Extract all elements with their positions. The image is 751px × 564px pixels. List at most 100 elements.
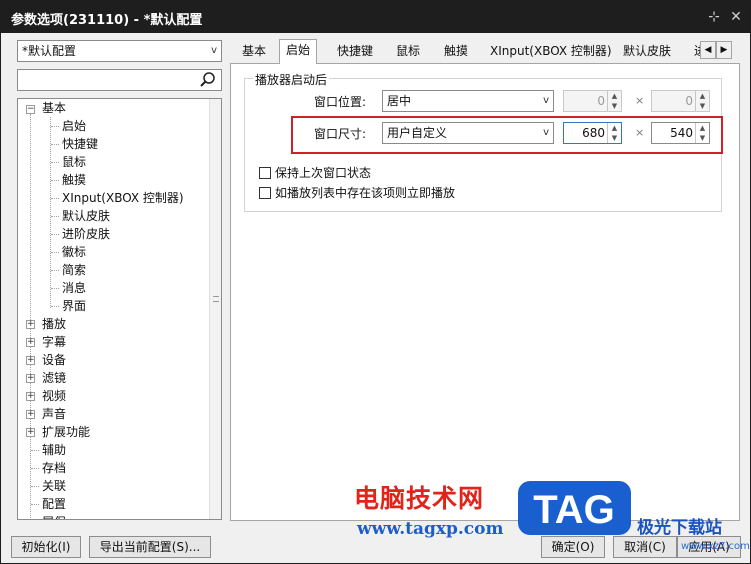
position-x-stepper[interactable]: 0 ▲ ▼ xyxy=(563,90,622,112)
cancel-button[interactable]: 取消(C) xyxy=(613,536,677,558)
tree-item-group[interactable]: 设备 xyxy=(42,351,66,369)
tag-logo-icon: TAG xyxy=(518,481,631,535)
tree-connector xyxy=(31,486,39,487)
tree-item-group[interactable]: 视频 xyxy=(42,387,66,405)
tree-item-child[interactable]: 界面 xyxy=(62,297,86,315)
keep-window-state-checkbox[interactable]: 保持上次窗口状态 xyxy=(259,164,371,182)
tree-item-child[interactable]: 启始 xyxy=(62,117,86,135)
profile-select-value: *默认配置 xyxy=(22,44,77,58)
tab-hotkeys[interactable]: 快捷键 xyxy=(331,41,379,62)
tree-connector xyxy=(51,216,59,217)
highlight-box xyxy=(291,116,723,154)
expand-icon[interactable]: + xyxy=(26,356,35,365)
collapse-icon[interactable]: − xyxy=(26,105,35,114)
checkbox-label: 如播放列表中存在该项则立即播放 xyxy=(275,186,456,200)
tree-item-plain[interactable]: 配置 xyxy=(42,495,66,513)
tree-connector xyxy=(31,450,39,451)
search-icon[interactable] xyxy=(199,71,217,89)
tree-item-child[interactable]: 触摸 xyxy=(62,171,86,189)
tab-scroll-left-icon[interactable]: ◀ xyxy=(700,41,716,59)
spin-down-icon[interactable]: ▼ xyxy=(608,101,621,111)
window-position-label: 窗口位置: xyxy=(314,95,367,109)
expand-icon[interactable]: + xyxy=(26,410,35,419)
expand-icon[interactable]: + xyxy=(26,338,35,347)
ok-button[interactable]: 确定(O) xyxy=(541,536,605,558)
tree-connector xyxy=(51,306,59,307)
expand-icon[interactable]: + xyxy=(26,428,35,437)
tree-item-plain[interactable]: 辅助 xyxy=(42,441,66,459)
settings-tree[interactable]: − 基本 启始 快捷键 鼠标 触摸 XInput(XBOX 控制器) 默认皮肤 进阶皮肤 徽标… xyxy=(17,98,222,520)
preferences-window: 参数选项(231110) - *默认配置 ⊹ ✕ *默认配置 v − 基本 启始… xyxy=(0,0,751,564)
search-input[interactable] xyxy=(17,69,222,91)
tree-item-child[interactable]: 徽标 xyxy=(62,243,86,261)
chevron-down-icon: v xyxy=(211,45,217,56)
tree-item-child[interactable]: XInput(XBOX 控制器) xyxy=(62,189,184,207)
profile-select[interactable]: *默认配置 v xyxy=(17,40,222,62)
tree-connector xyxy=(51,288,59,289)
export-config-button[interactable]: 导出当前配置(S)... xyxy=(89,536,211,558)
spin-up-icon[interactable]: ▲ xyxy=(696,91,709,101)
tree-item-plain[interactable]: 存档 xyxy=(42,459,66,477)
tab-startup[interactable]: 启始 xyxy=(279,39,318,64)
tree-item-group[interactable]: 声音 xyxy=(42,405,66,423)
checkbox-label: 保持上次窗口状态 xyxy=(275,166,372,180)
tree-scrollbar[interactable] xyxy=(209,99,221,519)
tab-xinput[interactable]: XInput(XBOX 控制器) xyxy=(484,41,618,62)
tree-item-group[interactable]: 播放 xyxy=(42,315,66,333)
tree-connector xyxy=(31,468,39,469)
tab-mouse[interactable]: 鼠标 xyxy=(390,41,426,62)
tree-connector xyxy=(30,114,31,519)
position-x-value: 0 xyxy=(597,94,605,108)
tree-connector xyxy=(51,144,59,145)
tree-connector xyxy=(31,504,39,505)
tab-touch[interactable]: 触摸 xyxy=(438,41,474,62)
checkbox-icon[interactable] xyxy=(259,167,271,179)
tab-strip: 基本 启始 快捷键 鼠标 触摸 XInput(XBOX 控制器) 默认皮肤 进 xyxy=(230,39,720,64)
group-title: 播放器启动后 xyxy=(253,71,330,88)
tree-item-group[interactable]: 字幕 xyxy=(42,333,66,351)
close-icon[interactable]: ✕ xyxy=(727,8,745,26)
pin-icon[interactable]: ⊹ xyxy=(705,8,723,26)
tree-item-plain[interactable]: 屏保 xyxy=(42,513,66,519)
tree-item-child[interactable]: 简索 xyxy=(62,261,86,279)
play-if-in-playlist-checkbox[interactable]: 如播放列表中存在该项则立即播放 xyxy=(259,184,455,202)
checkbox-icon[interactable] xyxy=(259,187,271,199)
tree-item-basic[interactable]: 基本 xyxy=(42,99,66,117)
tree-item-child[interactable]: 进阶皮肤 xyxy=(62,225,110,243)
spin-down-icon[interactable]: ▼ xyxy=(696,101,709,111)
position-y-stepper[interactable]: 0 ▲ ▼ xyxy=(651,90,710,112)
times-symbol: × xyxy=(635,94,645,107)
tree-connector xyxy=(51,234,59,235)
tree-item-plain[interactable]: 关联 xyxy=(42,477,66,495)
tree-item-child[interactable]: 消息 xyxy=(62,279,86,297)
tree-connector xyxy=(51,126,59,127)
tab-scroll-right-icon[interactable]: ▶ xyxy=(716,41,732,59)
watermark-text: 电脑技术网 xyxy=(354,484,485,513)
tree-connector xyxy=(51,252,59,253)
window-position-value: 居中 xyxy=(387,94,412,108)
spin-up-icon[interactable]: ▲ xyxy=(608,91,621,101)
tree-item-child[interactable]: 快捷键 xyxy=(62,135,98,153)
tree-item-child[interactable]: 鼠标 xyxy=(62,153,86,171)
watermark-site-url: www.xz7.com xyxy=(681,541,750,552)
watermark-site: 极光下载站 xyxy=(637,518,722,538)
expand-icon[interactable]: + xyxy=(26,320,35,329)
tree-connector xyxy=(50,117,51,308)
tree-connector xyxy=(51,270,59,271)
title-bar[interactable]: 参数选项(231110) - *默认配置 ⊹ ✕ xyxy=(1,1,750,33)
init-button[interactable]: 初始化(I) xyxy=(11,536,81,558)
expand-icon[interactable]: + xyxy=(26,374,35,383)
tag-logo-text: TAG xyxy=(533,488,614,532)
tree-connector xyxy=(51,180,59,181)
tab-default-skin[interactable]: 默认皮肤 xyxy=(617,41,677,62)
tab-basic[interactable]: 基本 xyxy=(236,41,272,62)
position-y-value: 0 xyxy=(685,94,693,108)
tree-item-child[interactable]: 默认皮肤 xyxy=(62,207,110,225)
tree-connector xyxy=(51,198,59,199)
window-position-select[interactable]: 居中 v xyxy=(382,90,554,112)
scrollbar-grip-icon[interactable] xyxy=(213,296,219,302)
tree-item-group[interactable]: 扩展功能 xyxy=(42,423,90,441)
expand-icon[interactable]: + xyxy=(26,392,35,401)
window-title: 参数选项(231110) - *默认配置 xyxy=(11,13,203,28)
tree-item-group[interactable]: 滤镜 xyxy=(42,369,66,387)
